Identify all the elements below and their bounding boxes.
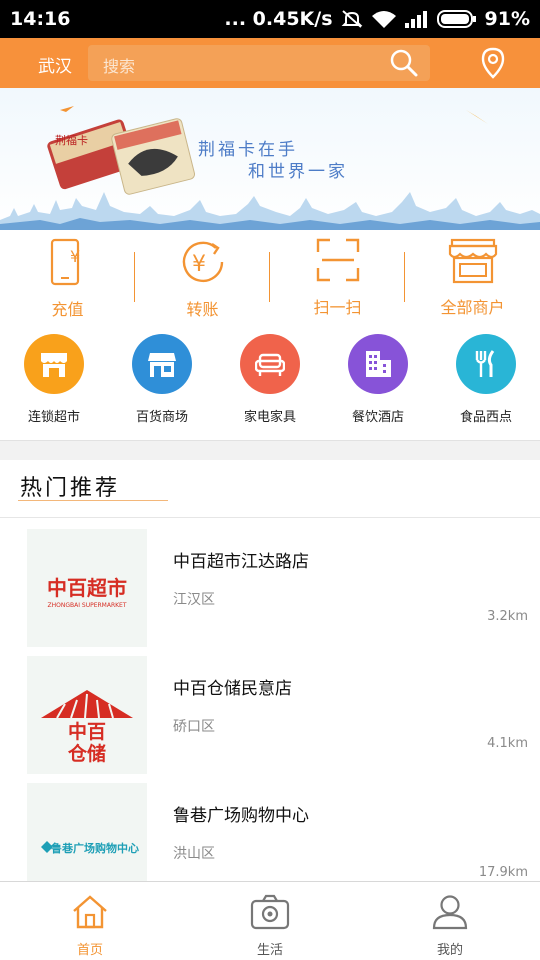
transfer-button[interactable]: ¥ 转账 xyxy=(135,230,270,322)
all-merchants-label: 全部商户 xyxy=(440,298,505,317)
svg-text:荆福卡: 荆福卡 xyxy=(55,133,88,147)
svg-text:中百超市: 中百超市 xyxy=(47,576,127,600)
nav-label: 首页 xyxy=(76,943,103,958)
status-bar: 14:16 ... 0.45K/s 91% xyxy=(0,0,540,38)
section-gap xyxy=(0,440,540,460)
svg-text:¥: ¥ xyxy=(192,252,206,277)
category-label: 食品西点 xyxy=(459,410,512,425)
svg-text:中百: 中百 xyxy=(68,720,106,743)
nav-home[interactable]: 首页 xyxy=(0,882,180,960)
store-district: 江汉区 xyxy=(173,592,215,608)
transfer-yen-icon: ¥ xyxy=(178,238,228,292)
svg-text:鲁巷广场购物中心: 鲁巷广场购物中心 xyxy=(51,841,139,855)
scan-button[interactable]: 扫一扫 xyxy=(270,230,405,322)
store-distance: 17.9km xyxy=(478,865,528,880)
network-speed: ... 0.45K/s xyxy=(224,8,333,30)
fork-knife-icon xyxy=(456,334,516,394)
store-district: 硚口区 xyxy=(173,719,215,735)
store-name: 中百超市江达路店 xyxy=(173,552,309,572)
nav-label: 生活 xyxy=(256,943,283,958)
nav-mine[interactable]: 我的 xyxy=(360,882,540,960)
hot-recommend-title: 热门推荐 xyxy=(20,476,121,501)
store-logo: 中百超市 ZHONGBAI SUPERMARKET xyxy=(27,529,147,647)
category-label: 家电家具 xyxy=(243,410,296,425)
location-pin-icon[interactable] xyxy=(480,47,506,83)
scan-icon xyxy=(316,238,360,286)
search-icon[interactable] xyxy=(389,48,419,82)
search-placeholder: 搜索 xyxy=(103,57,136,76)
category-chain-supermarket[interactable]: 连锁超市 xyxy=(0,322,108,440)
category-dining-hotel[interactable]: 餐饮酒店 xyxy=(324,322,432,440)
phone-yen-icon: ¥ xyxy=(48,238,88,292)
wifi-icon xyxy=(371,9,397,29)
category-department-store[interactable]: 百货商场 xyxy=(108,322,216,440)
title-underline xyxy=(18,500,168,501)
category-appliances-furniture[interactable]: 家电家具 xyxy=(216,322,324,440)
svg-text:仓储: 仓储 xyxy=(67,742,106,765)
quick-actions: ¥ 充值 ¥ 转账 扫一扫 全部商户 xyxy=(0,230,540,322)
store-distance: 3.2km xyxy=(487,609,528,624)
store-item[interactable]: 中百 仓储 中百仓储民意店 硚口区 4.1km xyxy=(0,652,540,778)
svg-text:ZHONGBAI SUPERMARKET: ZHONGBAI SUPERMARKET xyxy=(48,602,127,609)
signal-icon xyxy=(404,10,429,28)
category-label: 餐饮酒店 xyxy=(351,410,404,425)
status-time: 14:16 xyxy=(10,8,71,30)
bottom-nav: 首页 生活 我的 xyxy=(0,881,540,960)
status-indicators: ... 0.45K/s 91% xyxy=(224,8,530,30)
store-awning-icon xyxy=(24,334,84,394)
nav-label: 我的 xyxy=(436,943,463,958)
category-label: 百货商场 xyxy=(135,410,188,425)
city-selector[interactable]: 武汉 xyxy=(38,52,72,77)
store-distance: 4.1km xyxy=(487,736,528,751)
category-label: 连锁超市 xyxy=(27,410,80,425)
all-merchants-button[interactable]: 全部商户 xyxy=(405,230,540,322)
top-header: 武汉 搜索 xyxy=(0,38,540,88)
nav-life[interactable]: 生活 xyxy=(180,882,360,960)
battery-percent: 91% xyxy=(484,8,530,30)
category-grid: 连锁超市 百货商场 家电家具 餐饮酒店 食品西点 xyxy=(0,322,540,440)
store-district: 洪山区 xyxy=(173,846,215,862)
promo-banner[interactable]: 荆福卡 荆福卡在手 和世界一家 xyxy=(0,88,540,230)
store-item[interactable]: 中百超市 ZHONGBAI SUPERMARKET 中百超市江达路店 江汉区 3… xyxy=(0,525,540,651)
svg-text:¥: ¥ xyxy=(70,247,80,266)
category-food-bakery[interactable]: 食品西点 xyxy=(432,322,540,440)
storefront-icon xyxy=(448,238,498,288)
home-icon xyxy=(71,894,109,934)
shop-icon xyxy=(132,334,192,394)
hot-recommend-header: 热门推荐 xyxy=(0,460,540,518)
mute-icon xyxy=(341,9,363,29)
battery-icon xyxy=(436,10,477,28)
transfer-label: 转账 xyxy=(186,300,219,319)
sofa-icon xyxy=(240,334,300,394)
search-input[interactable]: 搜索 xyxy=(88,45,430,81)
store-name: 鲁巷广场购物中心 xyxy=(173,806,309,826)
user-icon xyxy=(432,894,468,934)
recharge-button[interactable]: ¥ 充值 xyxy=(0,230,135,322)
recharge-label: 充值 xyxy=(51,300,84,319)
store-name: 中百仓储民意店 xyxy=(173,679,292,699)
banner-slogan-line2: 和世界一家 xyxy=(248,162,348,182)
scan-label: 扫一扫 xyxy=(313,298,362,317)
building-icon xyxy=(348,334,408,394)
camera-icon xyxy=(250,894,290,934)
store-logo: 中百 仓储 xyxy=(27,656,147,774)
